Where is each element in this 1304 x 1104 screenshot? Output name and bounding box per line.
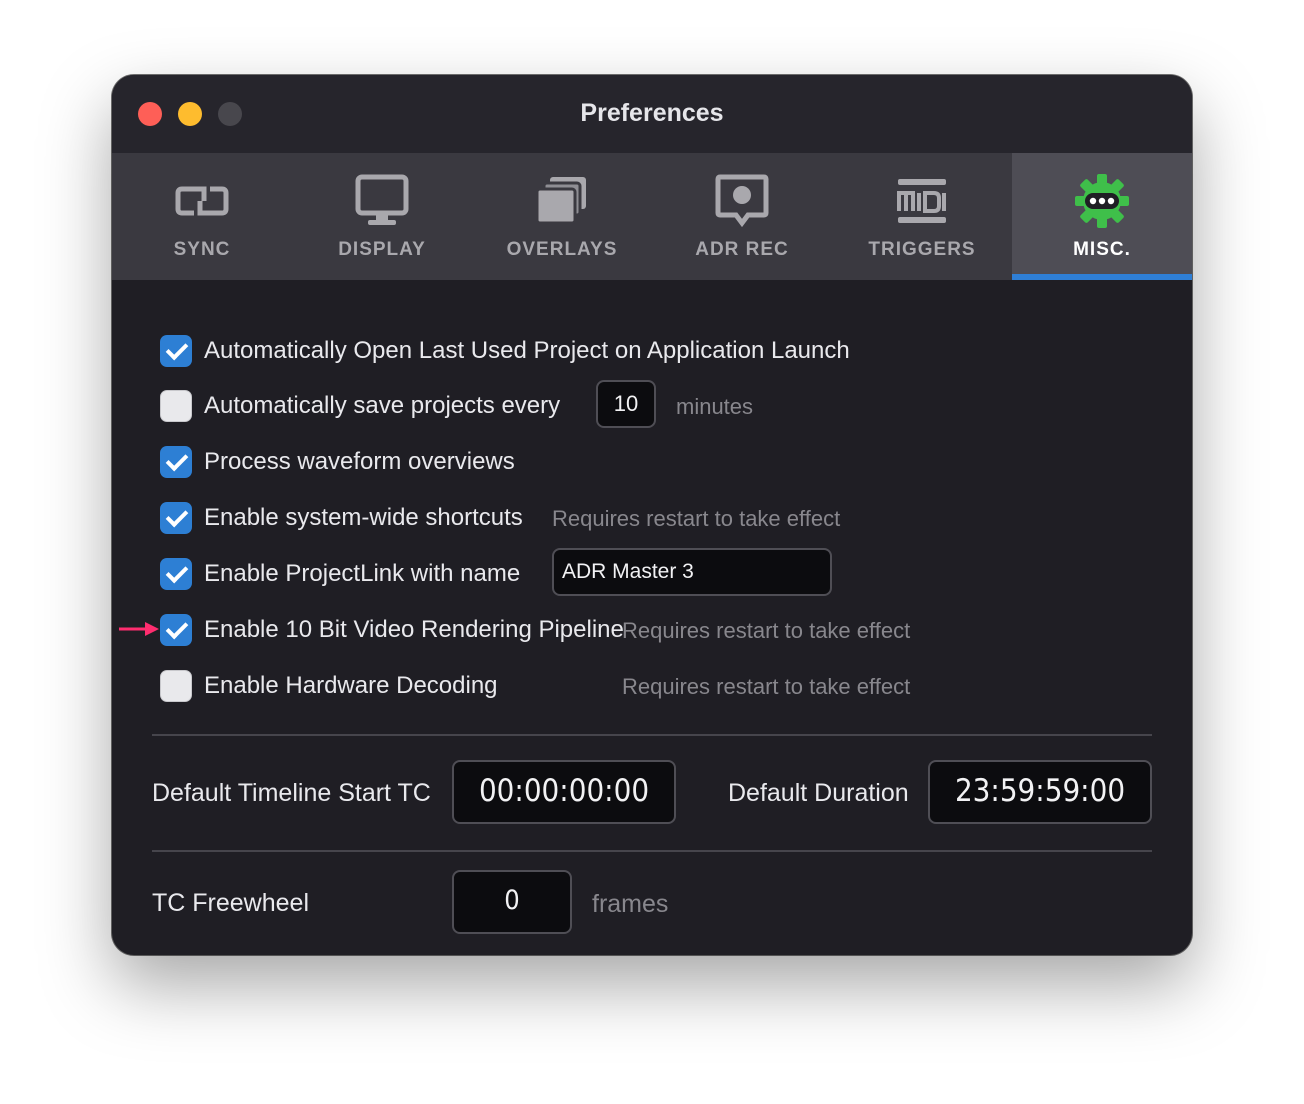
tab-adr-rec[interactable]: ADR REC: [652, 153, 832, 280]
hw-decoding-row: Enable Hardware Decoding Requires restar…: [160, 666, 1060, 706]
misc-settings-panel: Automatically Open Last Used Project on …: [112, 280, 1192, 955]
title-bar: Preferences: [112, 75, 1192, 153]
freewheel-frames-input[interactable]: 0: [452, 870, 572, 934]
start-tc-input[interactable]: 00:00:00:00: [452, 760, 676, 824]
auto-save-checkbox[interactable]: [160, 390, 192, 422]
section-divider: [152, 734, 1152, 736]
annotation-arrow-icon: [119, 622, 159, 636]
duration-input[interactable]: 23:59:59:00: [928, 760, 1152, 824]
hw-decoding-note: Requires restart to take effect: [622, 674, 911, 699]
gear-icon: [1075, 174, 1129, 228]
tab-misc[interactable]: MISC.: [1012, 153, 1192, 280]
ten-bit-checkbox[interactable]: [160, 614, 192, 646]
tab-triggers[interactable]: TRIGGERS: [832, 153, 1012, 280]
projectlink-checkbox[interactable]: [160, 558, 192, 590]
auto-open-checkbox[interactable]: [160, 335, 192, 367]
shortcuts-note: Requires restart to take effect: [552, 506, 841, 531]
duration-label: Default Duration: [728, 779, 909, 807]
shortcuts-row: Enable system-wide shortcuts Requires re…: [160, 498, 1060, 538]
freewheel-unit: frames: [592, 890, 669, 918]
tab-display[interactable]: DISPLAY: [292, 153, 472, 280]
hw-decoding-label: Enable Hardware Decoding: [204, 672, 498, 699]
projectlink-row: Enable ProjectLink with name ADR Master …: [160, 548, 1060, 596]
freewheel-label: TC Freewheel: [152, 889, 309, 917]
waveform-label: Process waveform overviews: [204, 448, 515, 475]
projectlink-name-input[interactable]: ADR Master 3: [552, 548, 832, 596]
overlays-icon: [535, 177, 586, 225]
tab-overlays[interactable]: OVERLAYS: [472, 153, 652, 280]
auto-save-row: Automatically save projects every 10 min…: [160, 380, 1060, 428]
section-divider: [152, 850, 1152, 852]
display-icon: [355, 174, 409, 225]
auto-open-label: Automatically Open Last Used Project on …: [204, 337, 850, 364]
ten-bit-label: Enable 10 Bit Video Rendering Pipeline: [204, 616, 624, 643]
auto-open-row: Automatically Open Last Used Project on …: [160, 331, 1060, 371]
window-title: Preferences: [580, 99, 724, 127]
auto-save-minutes-input[interactable]: 10: [596, 380, 656, 428]
shortcuts-checkbox[interactable]: [160, 502, 192, 534]
tab-sync[interactable]: SYNC: [112, 153, 292, 280]
midi-icon: [897, 179, 946, 223]
auto-save-label: Automatically save projects every: [204, 392, 561, 419]
preferences-window: Preferences SYNC DISPLAY OVERLAYS ADR RE…: [112, 75, 1192, 955]
sync-icon: [175, 186, 229, 216]
preferences-tab-bar: SYNC DISPLAY OVERLAYS ADR REC TRIGGERS M…: [112, 153, 1192, 280]
waveform-checkbox[interactable]: [160, 446, 192, 478]
ten-bit-row: Enable 10 Bit Video Rendering Pipeline R…: [160, 610, 1060, 650]
adr-rec-icon: [715, 174, 769, 228]
waveform-row: Process waveform overviews: [160, 442, 1060, 482]
auto-save-unit: minutes: [676, 394, 754, 419]
hw-decoding-checkbox[interactable]: [160, 670, 192, 702]
start-tc-label: Default Timeline Start TC: [152, 779, 431, 807]
ten-bit-note: Requires restart to take effect: [622, 618, 911, 643]
shortcuts-label: Enable system-wide shortcuts: [204, 504, 523, 531]
projectlink-label: Enable ProjectLink with name: [204, 560, 521, 587]
